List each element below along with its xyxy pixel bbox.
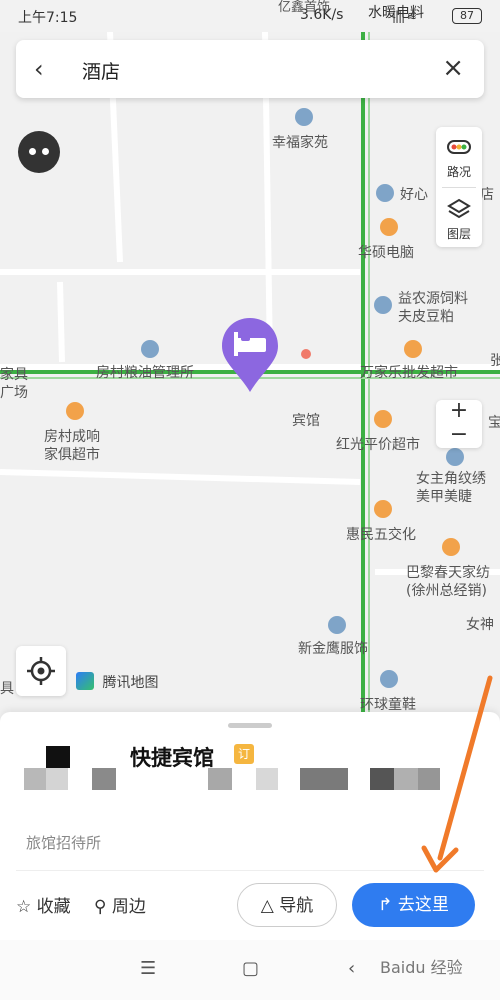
go-here-label: 去这里: [397, 895, 449, 915]
search-icon: ⚲: [94, 897, 107, 917]
shop-poi-icon: [374, 500, 392, 518]
booking-badge: 订: [234, 744, 254, 764]
map-controls: 路况 图层: [436, 127, 482, 247]
navigation-arrow-icon: △: [260, 896, 274, 916]
poi-icon: [328, 616, 346, 634]
navigate-label: 导航: [279, 896, 314, 916]
system-nav-bar: ☰ ▢ ‹ Baidu 经验: [0, 940, 500, 1000]
tencent-map-icon: [76, 672, 94, 690]
back-icon[interactable]: ‹: [34, 56, 56, 82]
map-label-fangcun-grain[interactable]: 房村粮油管理所: [96, 362, 194, 382]
redacted-block: [394, 768, 418, 790]
map-label-left-edge: 家具 广场: [0, 367, 28, 401]
map-label-nvshen[interactable]: 女神: [466, 614, 494, 634]
favorite-button[interactable]: ☆ 收藏: [16, 892, 71, 917]
traffic-icon: [447, 140, 471, 154]
redacted-block: [92, 768, 116, 790]
redacted-block: [46, 746, 70, 768]
map-label-huanqiu[interactable]: 环球童鞋: [360, 694, 416, 712]
map-label-wanjiale[interactable]: 万家乐批发超市: [360, 362, 458, 382]
locate-icon: [27, 657, 55, 685]
menu-icon[interactable]: ☰: [140, 958, 156, 979]
battery-icon: 87: [452, 8, 482, 24]
shop-poi-icon: [442, 538, 460, 556]
zoom-control: + −: [436, 400, 482, 448]
poi-icon: [141, 340, 159, 358]
redacted-block: [256, 768, 278, 790]
locate-button[interactable]: [16, 646, 66, 696]
poi-icon: [376, 184, 394, 202]
map-label-xinjinying[interactable]: 新金鹰服饰: [298, 638, 368, 658]
map-label-dian[interactable]: 店: [480, 184, 494, 204]
close-icon[interactable]: ×: [442, 53, 464, 83]
map-label-hongguang[interactable]: 红光平价超市: [336, 434, 420, 454]
navigate-button[interactable]: △ 导航: [237, 883, 337, 927]
map-label-bao: 宝: [488, 415, 500, 431]
building-poi-icon: [295, 108, 313, 126]
zoom-out-button[interactable]: −: [436, 424, 482, 448]
map-label-huimin[interactable]: 惠民五交化: [346, 524, 416, 544]
redacted-block: [418, 768, 440, 790]
drag-handle[interactable]: [228, 723, 272, 728]
map-label-yixin: 亿鑫首饰: [278, 0, 331, 15]
divider: [16, 870, 484, 871]
redacted-block: [208, 768, 232, 790]
zoom-in-button[interactable]: +: [436, 400, 482, 424]
poi-icon: [380, 670, 398, 688]
redacted-block: [370, 768, 394, 790]
map-label-haoxin[interactable]: 好心: [400, 184, 428, 204]
back-nav-icon[interactable]: ‹: [348, 958, 355, 979]
map-label-xingfu[interactable]: 幸福家苑: [272, 132, 328, 152]
poi-icon: [446, 448, 464, 466]
shop-poi-icon: [66, 402, 84, 420]
status-bar: 上午7:15 3.6K/s |||| ≋ 87: [0, 0, 500, 32]
nearby-label: 周边: [111, 897, 146, 917]
dot-icon: [42, 148, 49, 155]
brand-label: 腾讯地图: [102, 675, 159, 691]
layers-button[interactable]: 图层: [436, 189, 482, 245]
search-query[interactable]: 酒店: [82, 57, 120, 84]
hotel-marker-icon[interactable]: [220, 316, 280, 394]
map-label-binguan[interactable]: 宾馆: [292, 410, 320, 430]
nearby-button[interactable]: ⚲ 周边: [94, 892, 146, 917]
redacted-block: [300, 768, 348, 790]
dot-icon: [29, 148, 36, 155]
poi-icon: [374, 296, 392, 314]
map-label-edge: 张: [490, 353, 500, 369]
favorite-label: 收藏: [36, 897, 71, 917]
redacted-block: [24, 768, 46, 790]
turn-arrow-icon: ↱: [378, 895, 393, 915]
place-category: 旅馆招待所: [26, 834, 102, 852]
place-detail-sheet[interactable]: 快捷宾馆 订 旅馆招待所 ☆ 收藏 ⚲ 周边 △ 导航 ↱ 去这里: [0, 712, 500, 940]
map-label-shuinuan: 水暖电料: [368, 5, 424, 21]
status-time: 上午7:15: [18, 10, 78, 26]
map-label-ju: 具: [0, 681, 14, 697]
layers-icon: [447, 198, 471, 219]
brand-logo: 腾讯地图: [76, 672, 158, 692]
map-label-huashuo[interactable]: 华硕电脑: [358, 242, 414, 262]
place-name: 快捷宾馆: [130, 746, 214, 770]
redacted-block: [46, 768, 68, 790]
traffic-label: 路况: [446, 165, 471, 179]
layers-label: 图层: [446, 227, 471, 241]
shop-poi-icon: [374, 410, 392, 428]
more-options-button[interactable]: [18, 131, 60, 173]
go-here-button[interactable]: ↱ 去这里: [352, 883, 475, 927]
search-bar[interactable]: ‹ 酒店 ×: [16, 40, 484, 98]
home-icon[interactable]: ▢: [242, 958, 259, 979]
map-label-nvzhujiao[interactable]: 女主角纹绣 美甲美睫: [416, 470, 486, 506]
traffic-button[interactable]: 路况: [436, 127, 482, 183]
map-label-yinong[interactable]: 益农源饲料 夫皮豆粕: [398, 290, 468, 326]
watermark: Baidu 经验: [380, 958, 463, 977]
map-label-fangcun-furniture[interactable]: 房村成响 家俱超市: [44, 428, 100, 464]
map-label-bali[interactable]: 巴黎春天家纺 (徐州总经销): [406, 564, 490, 600]
star-icon: ☆: [16, 897, 32, 917]
shop-poi-icon: [380, 218, 398, 236]
shop-poi-icon: [404, 340, 422, 358]
